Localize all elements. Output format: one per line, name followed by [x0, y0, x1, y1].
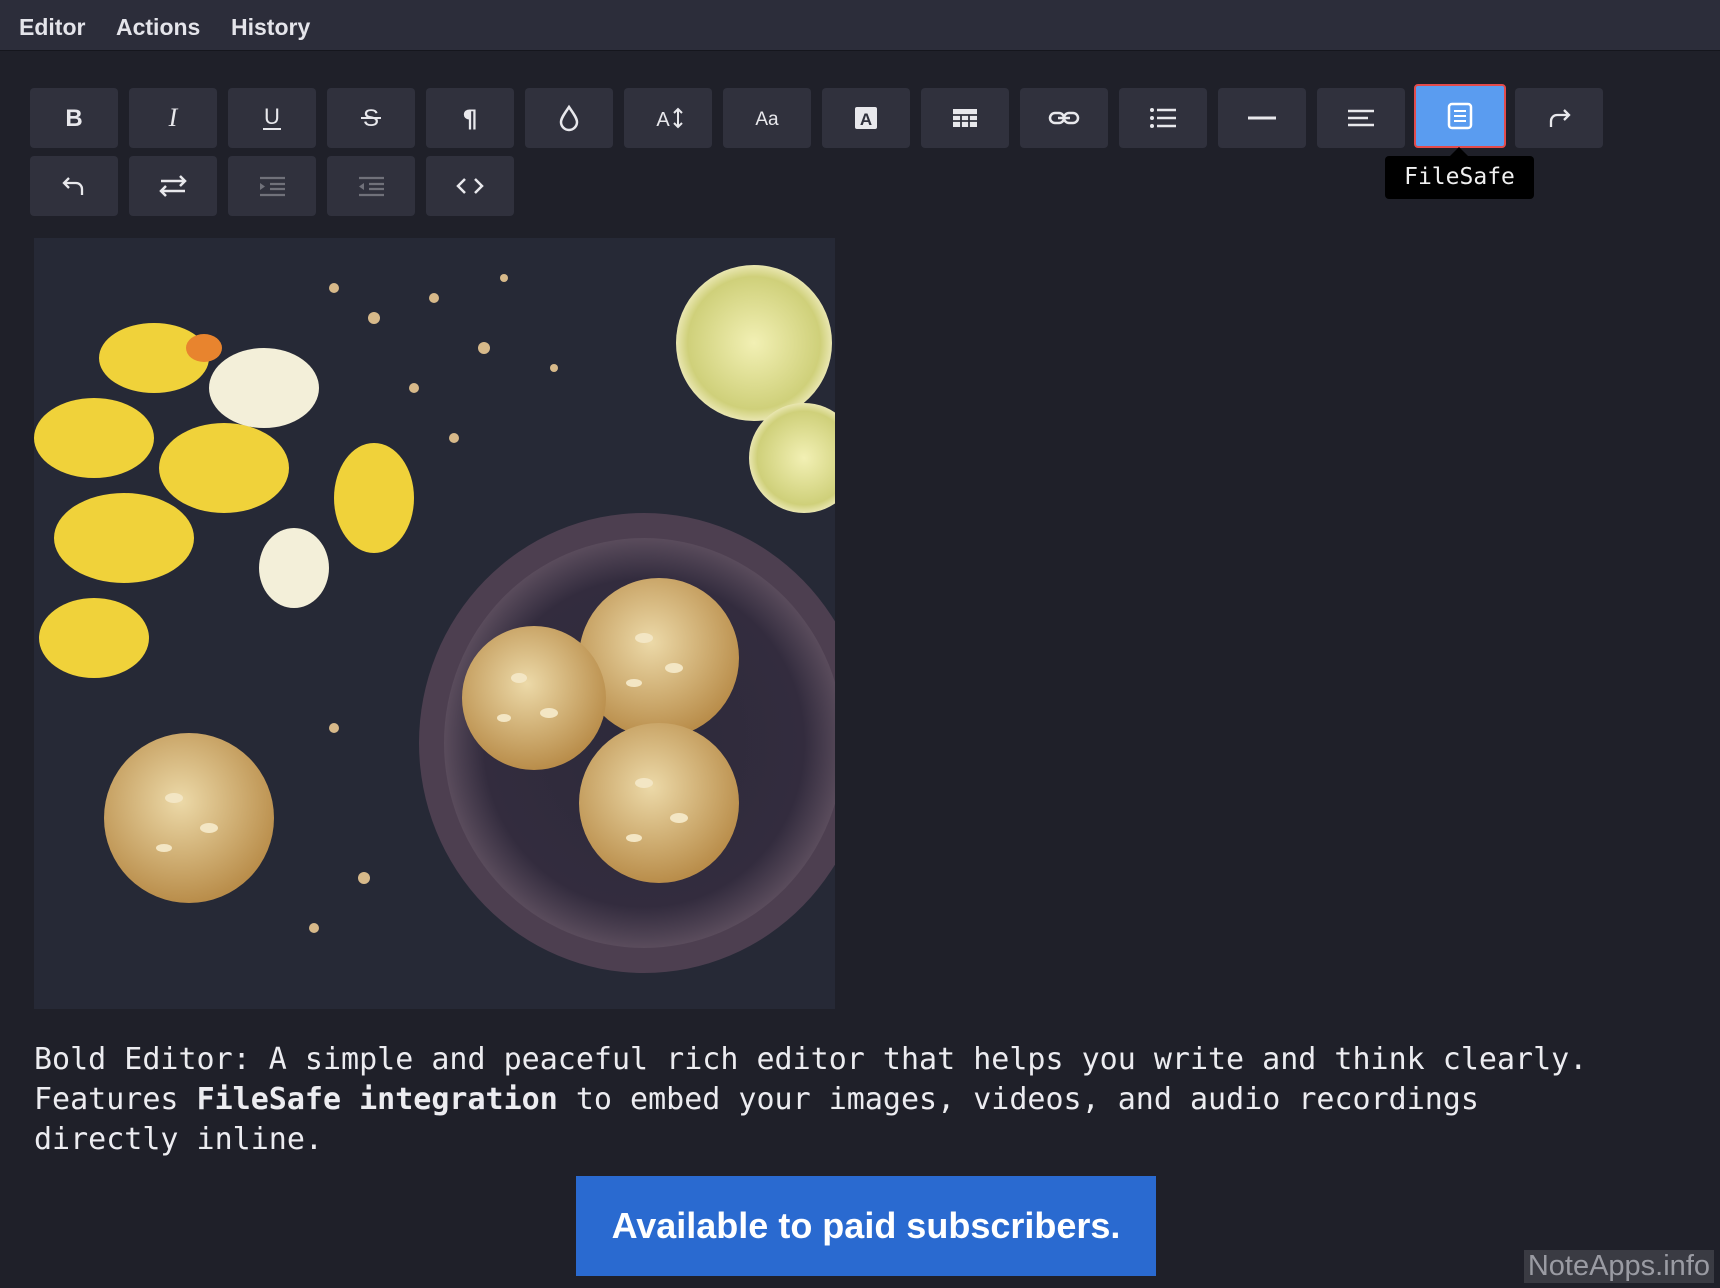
food-photo-illustration [34, 238, 835, 1009]
color-drop-icon [559, 104, 579, 132]
table-icon [953, 109, 977, 127]
list-icon [1150, 108, 1176, 128]
svg-text:Aa: Aa [755, 109, 779, 130]
table-button[interactable] [921, 88, 1009, 148]
svg-text:I: I [168, 103, 179, 132]
font-family-button[interactable]: Aa [723, 88, 811, 148]
filesafe-icon [1447, 102, 1473, 130]
strikethrough-icon: S [361, 105, 381, 132]
menu-actions[interactable]: Actions [116, 14, 200, 41]
indent-icon [260, 176, 285, 197]
body-line-2: Features FileSafe integration to embed y… [34, 1080, 1694, 1120]
align-left-icon [1348, 109, 1374, 127]
svg-text:A: A [860, 110, 872, 129]
font-family-icon: Aa [755, 109, 779, 130]
undo-button[interactable] [30, 156, 118, 216]
svg-text:A: A [656, 109, 670, 131]
menu-history[interactable]: History [231, 14, 310, 41]
horizontal-rule-icon [1248, 116, 1276, 120]
menu-editor[interactable]: Editor [19, 14, 85, 41]
italic-icon: I [168, 103, 179, 132]
font-size-button[interactable]: A [624, 88, 712, 148]
code-icon [456, 178, 484, 194]
highlight-icon: A [855, 107, 877, 129]
filesafe-button[interactable] [1414, 84, 1506, 148]
svg-text:¶: ¶ [462, 105, 477, 133]
menu-bar: Editor Actions History [0, 0, 1720, 51]
svg-text:B: B [65, 105, 82, 132]
strikethrough-button[interactable]: S [327, 88, 415, 148]
undo-icon [62, 177, 84, 195]
bold-button[interactable]: B [30, 88, 118, 148]
body-line-2-start: Features [34, 1082, 197, 1117]
body-line-3: directly inline. [34, 1122, 323, 1157]
list-button[interactable] [1119, 88, 1207, 148]
highlight-button[interactable]: A [822, 88, 910, 148]
underline-icon: U [263, 104, 281, 130]
filesafe-integration-bold: FileSafe integration [196, 1082, 558, 1117]
embedded-image[interactable] [34, 238, 835, 1009]
underline-button[interactable]: U [228, 88, 316, 148]
paragraph-icon: ¶ [462, 105, 477, 133]
bold-icon: B [65, 105, 82, 132]
watermark: NoteApps.info [1523, 1250, 1714, 1283]
link-button[interactable] [1020, 88, 1108, 148]
code-button[interactable] [426, 156, 514, 216]
swap-direction-icon [159, 175, 187, 197]
paragraph-button[interactable]: ¶ [426, 88, 514, 148]
link-icon [1048, 111, 1080, 125]
body-line-1: Bold Editor: A simple and peaceful rich … [34, 1042, 1588, 1077]
redo-button[interactable] [1515, 88, 1603, 148]
horizontal-rule-button[interactable] [1218, 88, 1306, 148]
svg-text:U: U [264, 104, 280, 129]
body-line-2-end: to embed your images, videos, and audio … [557, 1082, 1479, 1117]
redo-icon [1549, 109, 1571, 127]
indent-button[interactable] [228, 156, 316, 216]
font-size-icon: A [656, 107, 683, 131]
body-text[interactable]: Bold Editor: A simple and peaceful rich … [34, 1040, 1694, 1160]
color-button[interactable] [525, 88, 613, 148]
outdent-button[interactable] [327, 156, 415, 216]
filesafe-tooltip: FileSafe [1385, 147, 1534, 199]
swap-direction-button[interactable] [129, 156, 217, 216]
outdent-icon [359, 176, 384, 197]
align-left-button[interactable] [1317, 88, 1405, 148]
paid-subscribers-banner[interactable]: Available to paid subscribers. [576, 1176, 1156, 1276]
italic-button[interactable]: I [129, 88, 217, 148]
